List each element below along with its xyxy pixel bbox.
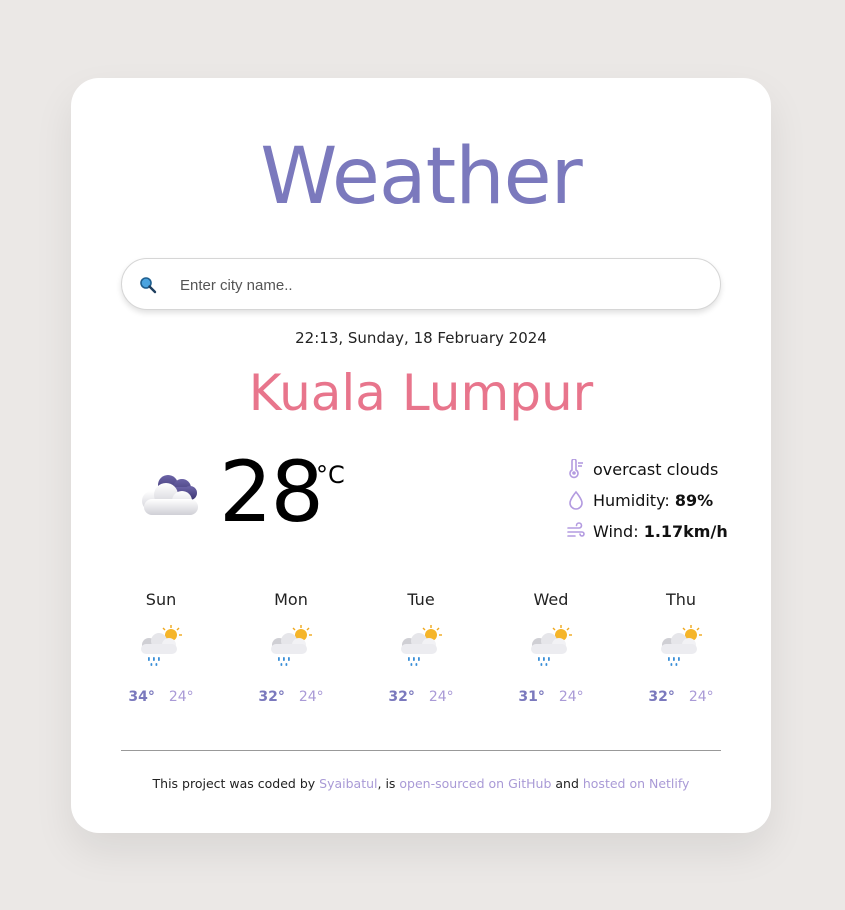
weather-description: overcast clouds [593, 460, 719, 479]
forecast: Sun 34° 24° Mon 32° 24° Tue 32° 24° Wed … [121, 590, 721, 725]
forecast-high: 31° [518, 689, 545, 705]
forecast-high: 32° [648, 689, 675, 705]
city-name: Kuala Lumpur [248, 364, 594, 422]
netlify-link[interactable]: hosted on Netlify [583, 776, 690, 791]
forecast-low: 24° [298, 689, 324, 705]
humidity: Humidity: 89% [593, 491, 713, 510]
humidity-value: 89% [674, 491, 714, 510]
droplet-icon [569, 490, 583, 510]
app-title: Weather [260, 132, 582, 222]
wind-icon [567, 522, 585, 537]
cloud-icon [142, 475, 198, 515]
wind-label: Wind: [593, 522, 644, 541]
footer-text: , is [377, 776, 400, 791]
github-link[interactable]: open-sourced on GitHub [399, 776, 551, 791]
forecast-day: Thu 32° 24° [641, 590, 721, 705]
rain-sun-icon [531, 625, 572, 666]
forecast-temps: 31° 24° [511, 689, 591, 705]
forecast-high: 32° [388, 689, 415, 705]
temperature-unit: °C [316, 461, 345, 489]
date-time: 22:13, Sunday, 18 February 2024 [295, 329, 547, 347]
rain-sun-icon [401, 625, 442, 666]
thermometer-icon [569, 459, 583, 479]
description-row: overcast clouds [566, 458, 766, 489]
footer: This project was coded by Syaibatul, is … [71, 776, 771, 791]
humidity-label: Humidity: [593, 491, 675, 510]
forecast-high: 34° [128, 689, 155, 705]
humidity-row: Humidity: 89% [566, 489, 766, 520]
divider [121, 750, 721, 751]
forecast-low: 24° [428, 689, 454, 705]
rain-sun-icon [271, 625, 312, 666]
footer-text: This project was coded by [152, 776, 320, 791]
forecast-day-name: Wed [533, 590, 569, 609]
forecast-day: Tue 32° 24° [381, 590, 461, 705]
forecast-temps: 34° 24° [121, 689, 201, 705]
search-input[interactable] [178, 271, 702, 299]
wind-value: 1.17km/h [643, 522, 728, 541]
rain-sun-icon [141, 625, 182, 666]
forecast-day: Wed 31° 24° [511, 590, 591, 705]
author-link[interactable]: Syaibatul [319, 776, 377, 791]
forecast-day: Mon 32° 24° [251, 590, 331, 705]
weather-details: overcast clouds Humidity: 89% Wind: 1.17… [566, 458, 766, 551]
search-bar[interactable] [121, 258, 721, 310]
forecast-temps: 32° 24° [641, 689, 721, 705]
footer-text: and [551, 776, 583, 791]
rain-sun-icon [661, 625, 702, 666]
forecast-day-name: Thu [665, 590, 697, 609]
weather-card: Weather 22:13, Sunday, 18 February 2024 … [71, 78, 771, 833]
forecast-low: 24° [558, 689, 584, 705]
forecast-temps: 32° 24° [381, 689, 461, 705]
forecast-temps: 32° 24° [251, 689, 331, 705]
forecast-high: 32° [258, 689, 285, 705]
search-icon[interactable] [139, 276, 157, 294]
current-temperature: 28 [219, 443, 324, 541]
forecast-day: Sun 34° 24° [121, 590, 201, 705]
forecast-day-name: Mon [274, 590, 308, 609]
forecast-day-name: Tue [407, 590, 435, 609]
forecast-day-name: Sun [145, 590, 177, 609]
wind: Wind: 1.17km/h [593, 522, 728, 541]
wind-row: Wind: 1.17km/h [566, 520, 766, 551]
forecast-low: 24° [168, 689, 194, 705]
forecast-low: 24° [688, 689, 714, 705]
